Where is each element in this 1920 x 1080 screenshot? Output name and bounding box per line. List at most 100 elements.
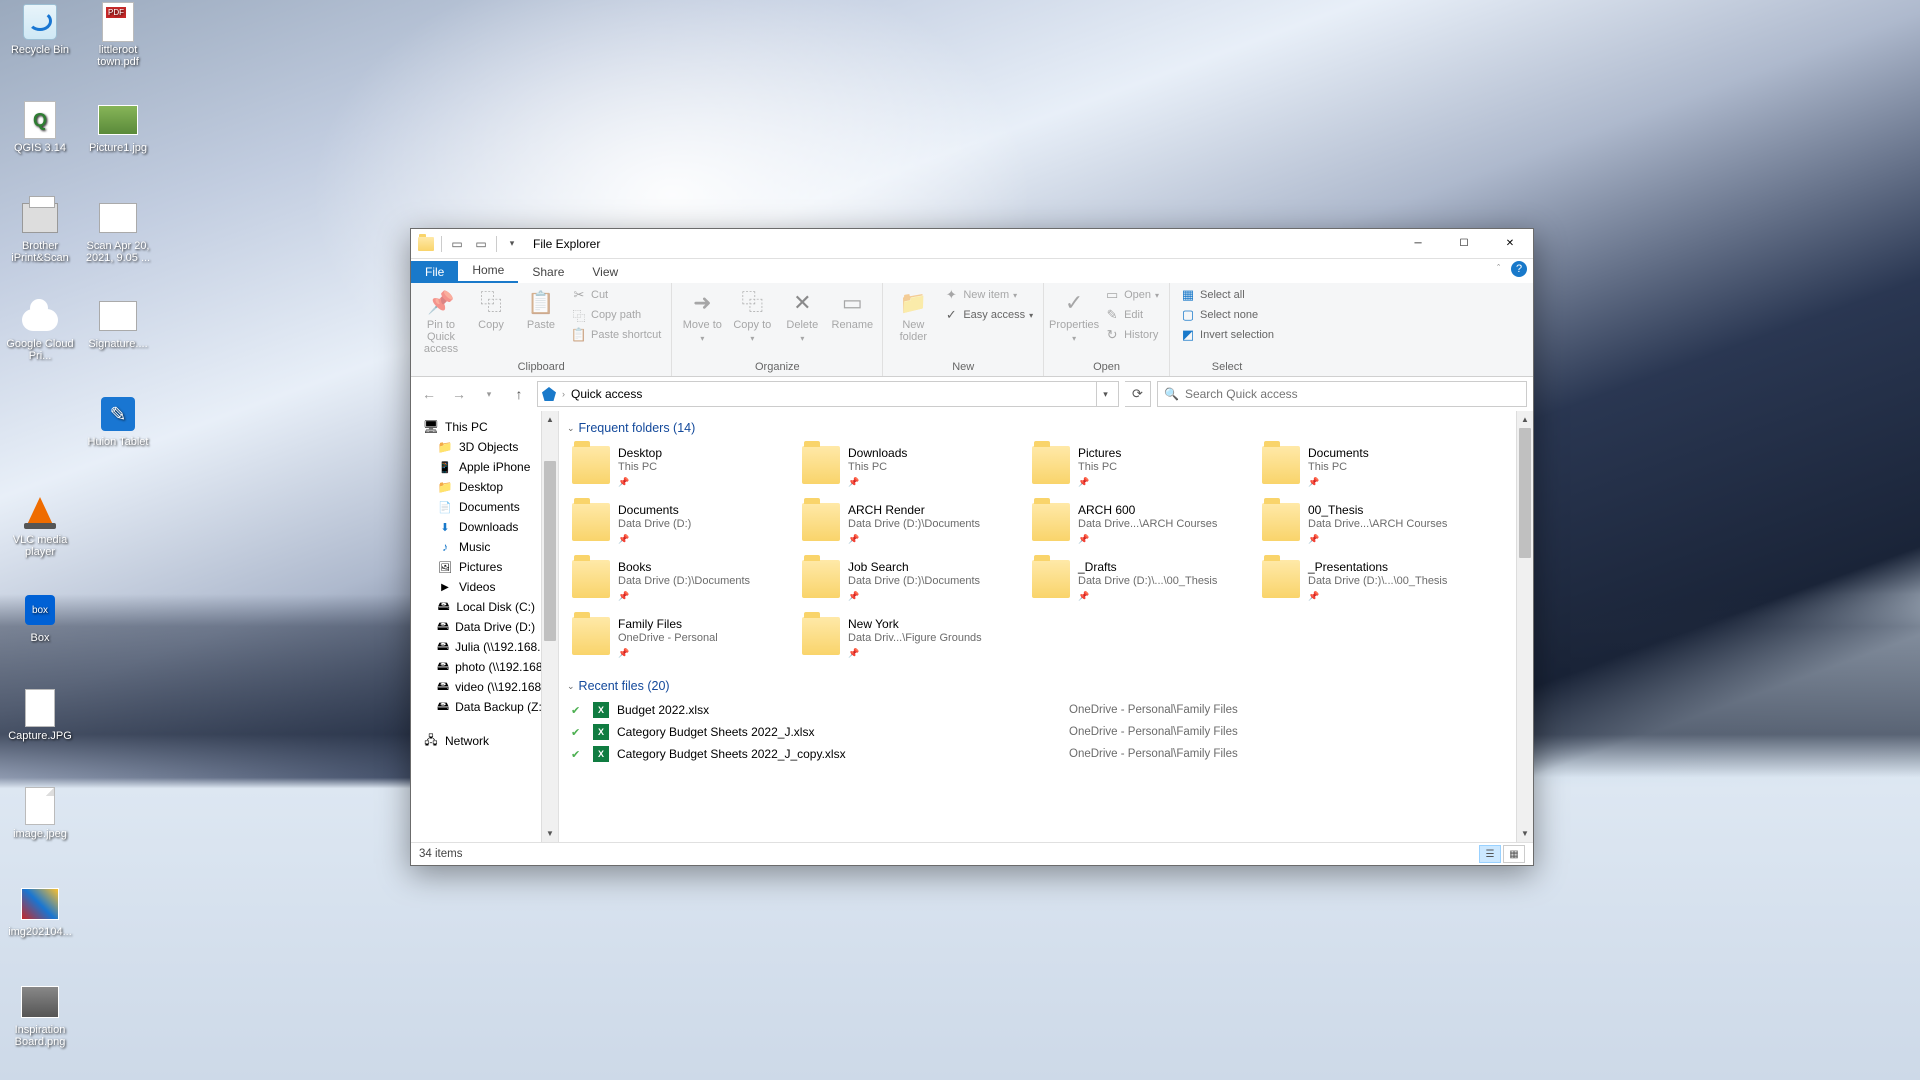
folder-item[interactable]: _PresentationsData Drive (D:)\...\00_The… [1257,555,1485,608]
scroll-down-icon[interactable]: ▼ [542,825,558,842]
recent-file-item[interactable]: ✔XCategory Budget Sheets 2022_J_copy.xls… [567,743,1516,765]
desktop-icon[interactable]: Brother iPrint&Scan [2,196,78,270]
desktop-icon[interactable]: Recycle Bin [2,0,78,74]
address-dropdown[interactable]: ▾ [1096,382,1114,406]
qat-properties-icon[interactable]: ▭ [446,233,468,255]
up-button[interactable]: ↑ [507,382,531,406]
thumbnails-view-button[interactable]: ▦ [1503,845,1525,863]
maximize-button[interactable]: ☐ [1441,229,1487,259]
help-button[interactable]: ? [1511,261,1527,277]
folder-item[interactable]: Job SearchData Drive (D:)\Documents📌 [797,555,1025,608]
folder-item[interactable]: DownloadsThis PC📌 [797,441,1025,494]
desktop-icon[interactable]: boxBox [2,588,78,662]
tree-node[interactable]: Apple iPhone [411,457,541,477]
folder-item[interactable]: DocumentsData Drive (D:)📌 [567,498,795,551]
address-bar[interactable]: › Quick access ▾ [537,381,1119,407]
chevron-icon[interactable]: › [562,389,565,399]
open-button[interactable]: ▭Open ▾ [1100,285,1163,305]
tree-node[interactable]: Desktop [411,477,541,497]
edit-button[interactable]: ✎Edit [1100,305,1163,325]
minimize-button[interactable]: ─ [1395,229,1441,259]
tree-node[interactable]: Music [411,537,541,557]
recent-file-item[interactable]: ✔XCategory Budget Sheets 2022_J.xlsxOneD… [567,721,1516,743]
tree-node[interactable]: Julia (\\192.168.2... [411,637,541,657]
scroll-thumb[interactable] [1519,428,1531,558]
search-box[interactable]: 🔍 [1157,381,1527,407]
tree-node[interactable]: video (\\192.168... [411,677,541,697]
folder-item[interactable]: BooksData Drive (D:)\Documents📌 [567,555,795,608]
tab-home[interactable]: Home [458,259,518,283]
back-button[interactable]: ← [417,382,441,406]
selectall-button[interactable]: ▦Select all [1176,285,1278,305]
invertselection-button[interactable]: ◩Invert selection [1176,325,1278,345]
scroll-down-icon[interactable]: ▼ [1517,825,1533,842]
pin-quickaccess-button[interactable]: 📌Pin to Quick access [417,285,465,359]
recent-files-header[interactable]: ⌄ Recent files (20) [567,679,1516,693]
newitem-button[interactable]: ✦New item ▾ [939,285,1037,305]
tab-view[interactable]: View [578,261,632,283]
cut-button[interactable]: ✂Cut [567,285,665,305]
moveto-button[interactable]: ➜Move to▾ [678,285,726,349]
details-view-button[interactable]: ☰ [1479,845,1501,863]
tree-scrollbar[interactable]: ▲ ▼ [541,411,558,842]
tree-node[interactable]: Data Backup (Z:) [411,697,541,717]
desktop-icon[interactable]: Picture1.jpg [80,98,156,172]
titlebar[interactable]: ▭ ▭ ▾ File Explorer ─ ☐ ✕ [411,229,1533,259]
tree-node[interactable]: Network [411,731,541,751]
folder-item[interactable]: 00_ThesisData Drive...\ARCH Courses📌 [1257,498,1485,551]
copypath-button[interactable]: ⿻Copy path [567,305,665,325]
desktop-icon[interactable]: Google Cloud Pri... [2,294,78,368]
desktop-icon[interactable]: Capture.JPG [2,686,78,760]
qat-newfolder-icon[interactable]: ▭ [470,233,492,255]
desktop-icon[interactable]: QQGIS 3.14 [2,98,78,172]
collapse-ribbon-icon[interactable]: ＾ [1494,263,1503,276]
desktop-icon[interactable]: Inspiration Board.png [2,980,78,1054]
tree-node[interactable]: 3D Objects [411,437,541,457]
recent-file-item[interactable]: ✔XBudget 2022.xlsxOneDrive - Personal\Fa… [567,699,1516,721]
desktop-icon[interactable]: VLC media player [2,490,78,564]
desktop-icon[interactable]: littleroot town.pdf [80,0,156,74]
scroll-thumb[interactable] [544,461,556,641]
rename-button[interactable]: ▭Rename [828,285,876,335]
content-scrollbar[interactable]: ▲ ▼ [1516,411,1533,842]
desktop-icon[interactable]: Scan Apr 20, 2021, 9.05 ... [80,196,156,270]
scroll-up-icon[interactable]: ▲ [1517,411,1533,428]
tree-node[interactable]: Videos [411,577,541,597]
pasteshortcut-button[interactable]: 📋Paste shortcut [567,325,665,345]
desktop-icon[interactable]: image.jpeg [2,784,78,858]
refresh-button[interactable]: ⟳ [1125,381,1151,407]
tree-node[interactable]: Local Disk (C:) [411,597,541,617]
search-input[interactable] [1185,387,1520,401]
easyaccess-button[interactable]: ✓Easy access ▾ [939,305,1037,325]
folder-item[interactable]: Family FilesOneDrive - Personal📌 [567,612,795,665]
desktop-icon[interactable]: img202104... [2,882,78,956]
tree-node[interactable]: Data Drive (D:) [411,617,541,637]
tree-node[interactable]: Documents [411,497,541,517]
desktop-icon[interactable]: Signature.... [80,294,156,368]
qat-customize-icon[interactable]: ▾ [501,233,523,255]
copyto-button[interactable]: ⿻Copy to▾ [728,285,776,349]
navigation-tree[interactable]: This PC3D ObjectsApple iPhoneDesktopDocu… [411,411,541,842]
tab-share[interactable]: Share [518,261,578,283]
qat-folder-icon[interactable] [415,233,437,255]
desktop-icon[interactable]: Huion Tablet [80,392,156,466]
folder-item[interactable]: ARCH RenderData Drive (D:)\Documents📌 [797,498,1025,551]
tab-file[interactable]: File [411,261,458,283]
tree-node[interactable]: photo (\\192.168... [411,657,541,677]
recent-dropdown[interactable]: ▾ [477,382,501,406]
tree-node[interactable]: Pictures [411,557,541,577]
folder-item[interactable]: PicturesThis PC📌 [1027,441,1255,494]
history-button[interactable]: ↻History [1100,325,1163,345]
paste-button[interactable]: 📋Paste [517,285,565,335]
properties-button[interactable]: ✓Properties▾ [1050,285,1098,349]
close-button[interactable]: ✕ [1487,229,1533,259]
folder-item[interactable]: ARCH 600Data Drive...\ARCH Courses📌 [1027,498,1255,551]
selectnone-button[interactable]: ▢Select none [1176,305,1278,325]
folder-item[interactable]: DesktopThis PC📌 [567,441,795,494]
tree-node[interactable]: Downloads [411,517,541,537]
desktop[interactable]: Recycle Bin QQGIS 3.14 Brother iPrint&Scan… [0,0,1920,1080]
folder-item[interactable]: _DraftsData Drive (D:)\...\00_Thesis📌 [1027,555,1255,608]
copy-button[interactable]: ⿻Copy [467,285,515,335]
scroll-up-icon[interactable]: ▲ [542,411,558,428]
tree-node[interactable]: This PC [411,417,541,437]
